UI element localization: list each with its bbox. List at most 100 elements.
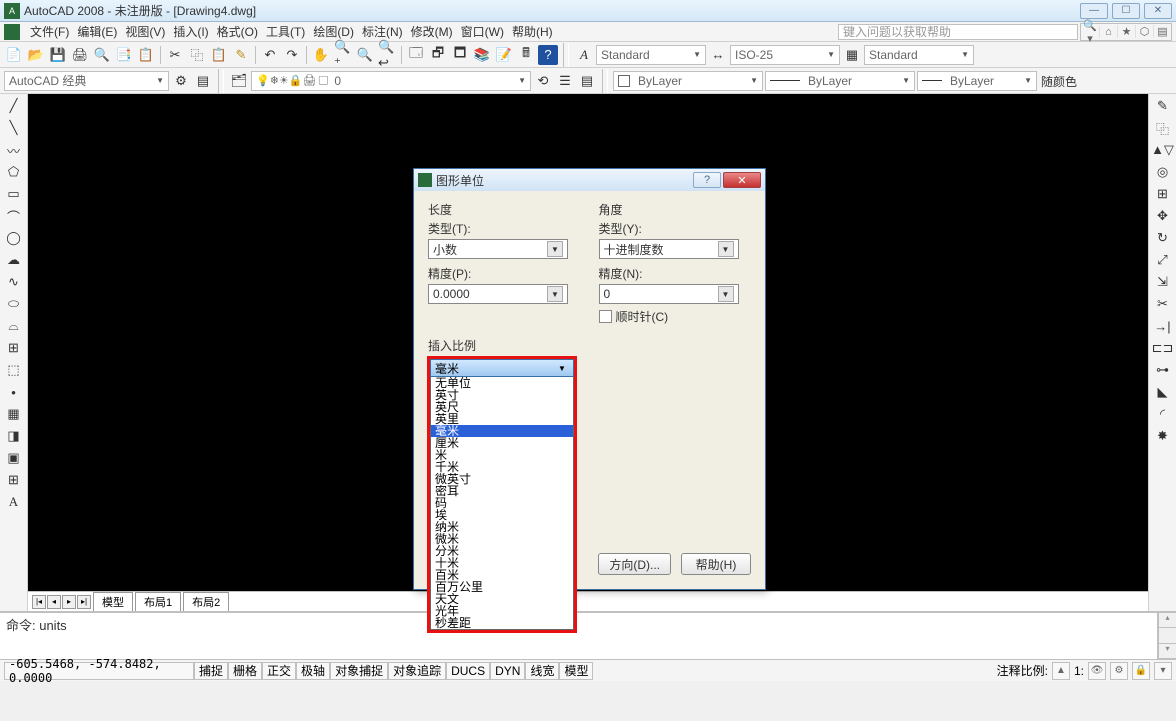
- toolpal-icon[interactable]: 🗖: [450, 45, 470, 65]
- unit-option[interactable]: 百米: [431, 569, 573, 581]
- mirror-icon[interactable]: ▲▽: [1153, 140, 1173, 160]
- zoom-win-icon[interactable]: 🔍: [355, 45, 375, 65]
- workspace-manage-icon[interactable]: ▤: [193, 71, 213, 91]
- new-icon[interactable]: 📄: [4, 45, 24, 65]
- undo-icon[interactable]: ↶: [260, 45, 280, 65]
- save-icon[interactable]: 💾: [48, 45, 68, 65]
- layer-mgr-icon[interactable]: 🗂: [229, 71, 249, 91]
- help-search-input[interactable]: [838, 24, 1078, 40]
- insert-unit-dropdown[interactable]: 毫米▼: [430, 359, 574, 377]
- unit-option[interactable]: 无单位: [431, 377, 573, 389]
- fillet-icon[interactable]: ◜: [1153, 404, 1173, 424]
- unit-option[interactable]: 米: [431, 449, 573, 461]
- status-lock-icon[interactable]: 🔒: [1132, 662, 1150, 680]
- scale-icon[interactable]: ⤢: [1153, 250, 1173, 270]
- toggle-polar[interactable]: 极轴: [296, 662, 330, 680]
- toggle-dyn[interactable]: DYN: [490, 662, 525, 680]
- dialog-close-button[interactable]: ✕: [723, 172, 761, 188]
- menu-window[interactable]: 窗口(W): [457, 21, 508, 42]
- circle-icon[interactable]: ◯: [4, 228, 24, 248]
- length-type-select[interactable]: 小数▼: [428, 239, 568, 259]
- polygon-icon[interactable]: ⬠: [4, 162, 24, 182]
- unit-option[interactable]: 光年: [431, 605, 573, 617]
- window-max-button[interactable]: ☐: [1112, 3, 1140, 19]
- unit-option[interactable]: 厘米: [431, 437, 573, 449]
- cut-icon[interactable]: ✂: [165, 45, 185, 65]
- menu-modify[interactable]: 修改(M): [407, 21, 457, 42]
- anno-auto-icon[interactable]: ⚙: [1110, 662, 1128, 680]
- tab-layout2[interactable]: 布局2: [183, 592, 229, 611]
- length-prec-select[interactable]: 0.0000▼: [428, 284, 568, 304]
- angle-type-select[interactable]: 十进制度数▼: [599, 239, 739, 259]
- ellipse-icon[interactable]: ⬭: [4, 294, 24, 314]
- help-icon[interactable]: ?: [538, 45, 558, 65]
- unit-option[interactable]: 千米: [431, 461, 573, 473]
- unit-option[interactable]: 分米: [431, 545, 573, 557]
- anno-scale-icon[interactable]: ▲: [1052, 662, 1070, 680]
- arc-icon[interactable]: ⌒: [4, 206, 24, 226]
- textstyle-icon[interactable]: A: [574, 45, 594, 65]
- table-style-dropdown[interactable]: Standard▼: [864, 45, 974, 65]
- menu-file[interactable]: 文件(F): [26, 21, 73, 42]
- dim-style-dropdown[interactable]: ISO-25▼: [730, 45, 840, 65]
- layer-prev-icon[interactable]: ⟲: [533, 71, 553, 91]
- help-button[interactable]: 帮助(H): [681, 553, 751, 575]
- open-icon[interactable]: 📂: [26, 45, 46, 65]
- star-icon[interactable]: ★: [1117, 25, 1135, 38]
- menu-format[interactable]: 格式(O): [213, 21, 262, 42]
- menu-edit[interactable]: 编辑(E): [73, 21, 121, 42]
- status-tray-icon[interactable]: ▾: [1154, 662, 1172, 680]
- dcenter-icon[interactable]: 🗗: [428, 45, 448, 65]
- region-icon[interactable]: ▣: [4, 448, 24, 468]
- clockwise-checkbox[interactable]: [599, 310, 612, 323]
- tab-nav-next[interactable]: ▸: [62, 595, 76, 609]
- layer-state-icon[interactable]: ☰: [555, 71, 575, 91]
- mtext-icon[interactable]: A: [4, 492, 24, 512]
- offset-icon[interactable]: ◎: [1153, 162, 1173, 182]
- unit-option[interactable]: 微英寸: [431, 473, 573, 485]
- publish-icon[interactable]: 📑: [114, 45, 134, 65]
- break-icon[interactable]: ⊏⊐: [1153, 338, 1173, 358]
- hatch-icon[interactable]: ▦: [4, 404, 24, 424]
- explode-icon[interactable]: ✸: [1153, 426, 1173, 446]
- print-icon[interactable]: 🖨: [70, 45, 90, 65]
- menu-view[interactable]: 视图(V): [121, 21, 169, 42]
- point-icon[interactable]: •: [4, 382, 24, 402]
- menu-insert[interactable]: 插入(I): [169, 21, 212, 42]
- plot-icon[interactable]: 📋: [136, 45, 156, 65]
- array-icon[interactable]: ⊞: [1153, 184, 1173, 204]
- direction-button[interactable]: 方向(D)...: [598, 553, 671, 575]
- tab-nav-prev[interactable]: ◂: [47, 595, 61, 609]
- dimstyle-icon[interactable]: ↔: [708, 45, 728, 65]
- block-icon[interactable]: ⬚: [4, 360, 24, 380]
- unit-option[interactable]: 百万公里: [431, 581, 573, 593]
- dialog-help-button[interactable]: ?: [693, 172, 721, 188]
- preview-icon[interactable]: 🔍: [92, 45, 112, 65]
- dialog-titlebar[interactable]: 图形单位 ? ✕: [414, 169, 765, 191]
- help-panel-icon[interactable]: ▤: [1153, 25, 1171, 38]
- erase-icon[interactable]: ✎: [1153, 96, 1173, 116]
- command-line[interactable]: 命令: units: [0, 613, 1158, 659]
- zoom-rt-icon[interactable]: 🔍⁺: [333, 45, 353, 65]
- trim-icon[interactable]: ✂: [1153, 294, 1173, 314]
- unit-option[interactable]: 英里: [431, 413, 573, 425]
- lineweight-dropdown[interactable]: ByLayer▼: [917, 71, 1037, 91]
- window-close-button[interactable]: ✕: [1144, 3, 1172, 19]
- sheet-icon[interactable]: 📚: [472, 45, 492, 65]
- unit-option[interactable]: 埃: [431, 509, 573, 521]
- anno-scale-value[interactable]: 1:: [1074, 664, 1084, 678]
- toggle-model[interactable]: 模型: [559, 662, 593, 680]
- tab-nav-first[interactable]: |◂: [32, 595, 46, 609]
- text-style-dropdown[interactable]: Standard▼: [596, 45, 706, 65]
- toggle-grid[interactable]: 栅格: [228, 662, 262, 680]
- copy-obj-icon[interactable]: ⿻: [1153, 118, 1173, 138]
- search-icon[interactable]: 🔍▾: [1081, 19, 1099, 45]
- stretch-icon[interactable]: ⇲: [1153, 272, 1173, 292]
- menu-help[interactable]: 帮助(H): [508, 21, 557, 42]
- redo-icon[interactable]: ↷: [282, 45, 302, 65]
- linetype-dropdown[interactable]: ByLayer▼: [765, 71, 915, 91]
- color-dropdown[interactable]: ByLayer▼: [613, 71, 763, 91]
- unit-option[interactable]: 密耳: [431, 485, 573, 497]
- match-icon[interactable]: ✎: [231, 45, 251, 65]
- window-min-button[interactable]: —: [1080, 3, 1108, 19]
